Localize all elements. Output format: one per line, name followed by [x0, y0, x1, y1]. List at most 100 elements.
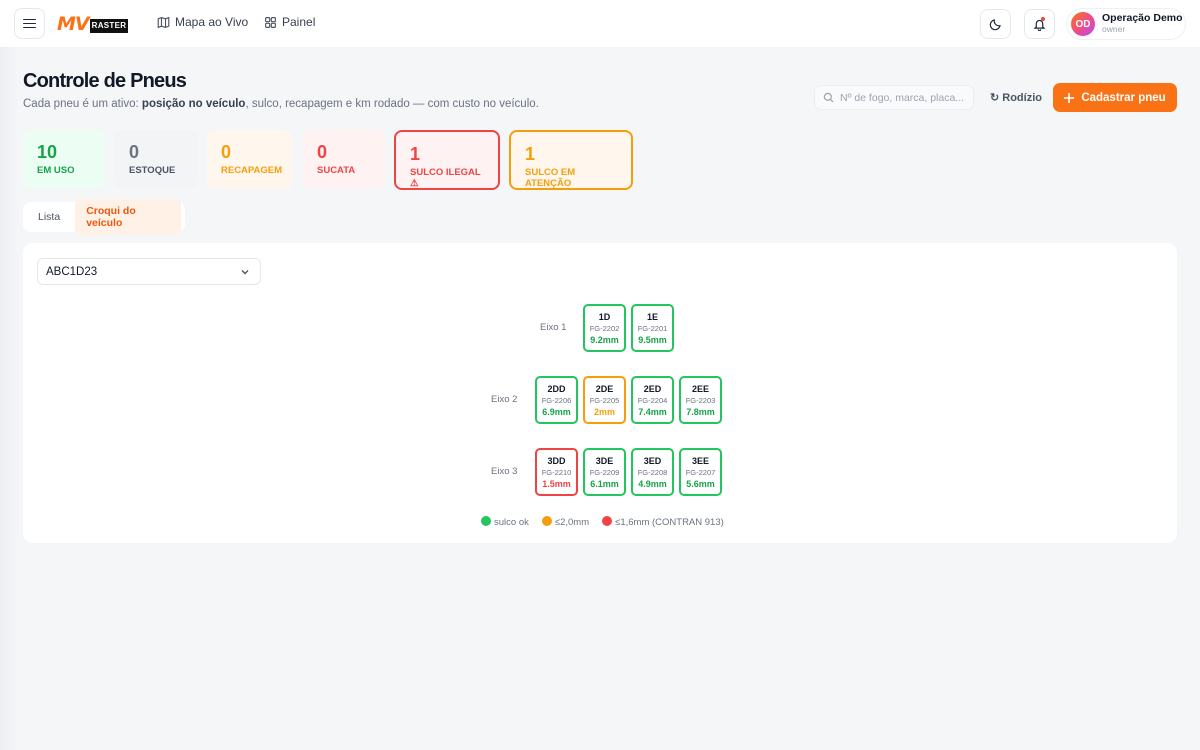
- axle-label: Eixo 2: [491, 394, 518, 405]
- logo-mark: MV: [57, 13, 90, 35]
- subtitle-text-end: , sulco, recapagem e km rodado — com cus…: [245, 98, 539, 110]
- tyre-position: 3DD: [547, 456, 566, 466]
- axle-label: Eixo 1: [540, 322, 567, 333]
- sidebar-edge: [0, 47, 18, 750]
- moon-icon: [989, 18, 1001, 30]
- tyre-position: 3EE: [691, 456, 709, 466]
- nav-painel[interactable]: Painel: [264, 15, 315, 29]
- tyre-tread-depth: 1.5mm: [542, 479, 571, 489]
- notifications-button[interactable]: [1024, 9, 1055, 39]
- tab-lista[interactable]: Lista: [27, 205, 71, 229]
- stat-value: 0: [317, 142, 328, 162]
- tread-legend: sulco ok ≤2,0mm ≤1,6mm (CONTRAN 913): [481, 516, 724, 528]
- tyre-fire-number: FG-2204: [637, 396, 668, 405]
- top-bar: MV RASTER Mapa ao Vivo Painel OD Operaçã…: [0, 0, 1200, 47]
- view-tabs: Lista Croqui do veículo: [23, 199, 185, 235]
- nav-mapa-ao-vivo[interactable]: Mapa ao Vivo: [157, 15, 248, 29]
- tyre-tread-depth: 6.1mm: [590, 479, 619, 489]
- stat-label: SULCO EM ATENÇÃO: [525, 167, 576, 189]
- stat-value: 10: [37, 142, 58, 162]
- grid-icon: [265, 16, 276, 28]
- stat-value: 0: [129, 142, 140, 162]
- user-name: Operação Demo: [1102, 12, 1183, 24]
- tyre-position: 1E: [646, 312, 658, 322]
- stat-value: 1: [525, 144, 536, 164]
- theme-toggle-button[interactable]: [980, 9, 1011, 39]
- tyre-tread-depth: 9.5mm: [638, 335, 667, 345]
- axle-label: Eixo 3: [491, 466, 518, 477]
- tyre-position: 3ED: [643, 456, 662, 466]
- tyre-tread-depth: 6.9mm: [542, 407, 571, 417]
- search-input[interactable]: [840, 91, 970, 104]
- stat-value: 1: [410, 144, 421, 164]
- chevron-down-icon: [241, 269, 249, 274]
- tyre-fire-number: FG-2202: [589, 324, 620, 333]
- hamburger-icon: [23, 18, 36, 29]
- rodizio-button[interactable]: ↻ Rodízio: [990, 91, 1042, 104]
- stat-label: EM USO: [37, 165, 75, 176]
- tyre-1e[interactable]: 1E FG-2201 9.5mm: [631, 304, 674, 352]
- stat-card-sucata[interactable]: 0 SUCATA: [303, 130, 385, 189]
- nav-label: Mapa ao Vivo: [175, 15, 249, 29]
- tyre-tread-depth: 4.9mm: [638, 479, 667, 489]
- tyre-fire-number: FG-2201: [637, 324, 668, 333]
- cadastrar-pneu-button[interactable]: Cadastrar pneu: [1053, 83, 1177, 112]
- stat-card-sulco-ilegal[interactable]: 1 SULCO ILEGAL ⚠: [394, 130, 500, 190]
- legend-bad-dot: [602, 516, 613, 526]
- user-menu[interactable]: OD Operação Demo owner: [1066, 8, 1186, 40]
- subtitle-emphasis: posição no veículo: [141, 98, 246, 110]
- tyre-2ed[interactable]: 2ED FG-2204 7.4mm: [631, 376, 674, 424]
- tyre-position: 1D: [598, 312, 611, 322]
- cadastrar-label: Cadastrar pneu: [1081, 91, 1166, 104]
- tyre-tread-depth: 2mm: [593, 407, 615, 417]
- tab-croqui[interactable]: Croqui do veículo: [75, 199, 181, 235]
- tyre-fire-number: FG-2208: [637, 468, 668, 477]
- tyre-position: 2ED: [643, 384, 662, 394]
- page-subtitle: Cada pneu é um ativo: posição no veículo…: [23, 98, 539, 110]
- tyre-2de[interactable]: 2DE FG-2205 2mm: [583, 376, 626, 424]
- tyre-position: 2EE: [691, 384, 709, 394]
- avatar: OD: [1071, 12, 1095, 36]
- subtitle-text: Cada pneu é um ativo:: [23, 98, 142, 110]
- tyre-3dd[interactable]: 3DD FG-2210 1.5mm: [535, 448, 578, 496]
- menu-button[interactable]: [14, 8, 45, 39]
- tyre-3ed[interactable]: 3ED FG-2208 4.9mm: [631, 448, 674, 496]
- tyre-position: 3DE: [595, 456, 614, 466]
- tyre-fire-number: FG-2205: [589, 396, 620, 405]
- tyre-tread-depth: 9.2mm: [590, 335, 619, 345]
- stat-card-recapagem[interactable]: 0 RECAPAGEM: [207, 130, 292, 189]
- stat-card-sulco-atencao[interactable]: 1 SULCO EM ATENÇÃO: [509, 130, 633, 190]
- tyre-position: 2DE: [595, 384, 614, 394]
- stat-label: RECAPAGEM: [221, 165, 283, 176]
- stat-card-em-uso[interactable]: 10 EM USO: [23, 130, 105, 189]
- tyre-tread-depth: 7.8mm: [686, 407, 715, 417]
- stat-label: ESTOQUE: [129, 165, 176, 176]
- legend-label: ≤2,0mm: [554, 517, 590, 528]
- logo-word: RASTER: [89, 18, 129, 33]
- stat-value: 0: [221, 142, 232, 162]
- tyre-3ee[interactable]: 3EE FG-2207 5.6mm: [679, 448, 722, 496]
- brand-logo[interactable]: MV RASTER: [57, 12, 129, 36]
- plus-icon: [1064, 92, 1075, 103]
- tyre-fire-number: FG-2203: [685, 396, 716, 405]
- search-icon: [823, 92, 834, 103]
- stat-label: SULCO ILEGAL ⚠: [410, 167, 481, 189]
- notification-dot: [1041, 17, 1045, 21]
- legend-label: ≤1,6mm (CONTRAN 913): [615, 517, 724, 528]
- vehicle-select-value: ABC1D23: [46, 265, 98, 278]
- tyre-2dd[interactable]: 2DD FG-2206 6.9mm: [535, 376, 578, 424]
- map-icon: [157, 16, 170, 28]
- stat-card-estoque[interactable]: 0 ESTOQUE: [115, 130, 197, 189]
- legend-item: sulco ok: [481, 516, 529, 528]
- tyre-tread-depth: 5.6mm: [686, 479, 715, 489]
- tyre-3de[interactable]: 3DE FG-2209 6.1mm: [583, 448, 626, 496]
- search-box[interactable]: [814, 85, 974, 110]
- legend-label: sulco ok: [494, 517, 529, 528]
- tyre-1d[interactable]: 1D FG-2202 9.2mm: [583, 304, 626, 352]
- stat-label: SUCATA: [317, 165, 356, 176]
- vehicle-select[interactable]: ABC1D23: [37, 258, 261, 285]
- legend-item: ≤1,6mm (CONTRAN 913): [602, 516, 724, 528]
- tyre-2ee[interactable]: 2EE FG-2203 7.8mm: [679, 376, 722, 424]
- tyre-tread-depth: 7.4mm: [638, 407, 667, 417]
- page-title: Controle de Pneus: [23, 70, 187, 92]
